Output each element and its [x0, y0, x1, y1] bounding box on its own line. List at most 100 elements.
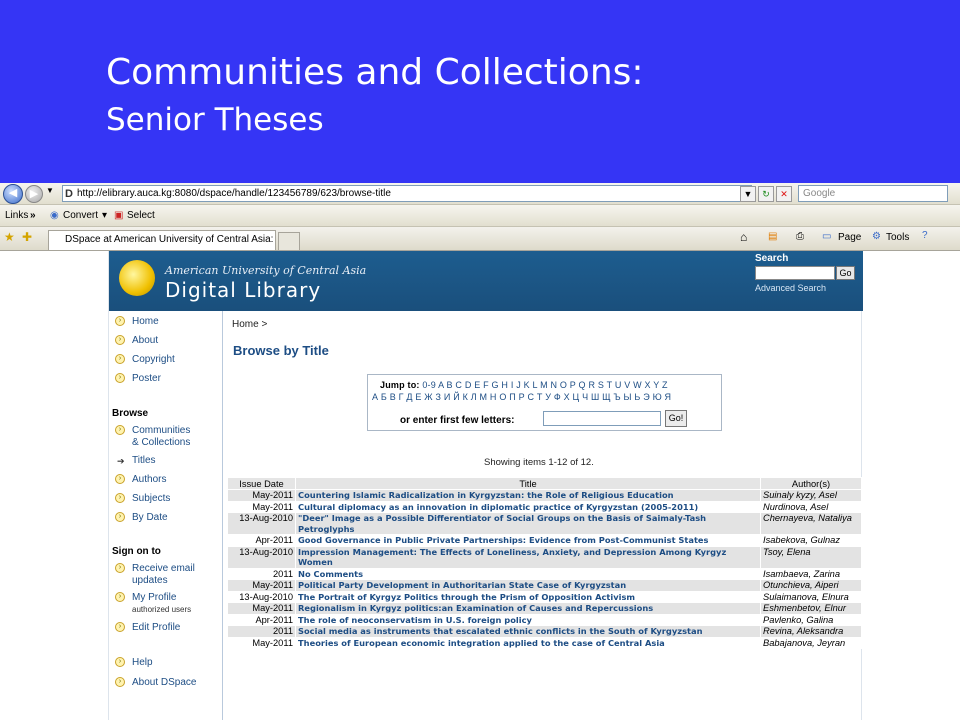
dspace-page: American University of Central Asia Digi… — [108, 251, 863, 720]
issue-date-cell: Apr-2011 — [227, 613, 296, 626]
issue-date-cell: Apr-2011 — [227, 534, 296, 547]
home-icon[interactable]: ⌂ — [740, 230, 747, 244]
table-row: 13-Aug-2010 "Deer" Image as a Possible Di… — [227, 512, 862, 535]
table-row: 2011 No Comments Isambaeva, Zarina — [227, 567, 862, 580]
title-link[interactable]: Countering Islamic Radicalization in Kyr… — [295, 489, 761, 502]
table-row: Apr-2011 Good Governance in Public Privat… — [227, 534, 862, 547]
author-cell[interactable]: Eshmenbetov, Elnur — [760, 602, 862, 615]
browse-heading: Browse — [112, 408, 149, 419]
author-cell[interactable]: Pavlenko, Galina — [760, 613, 862, 626]
issue-date-cell: May-2011 — [227, 636, 296, 649]
history-dropdown-icon[interactable]: ▼ — [46, 186, 54, 195]
current-arrow-icon: ➔ — [117, 456, 125, 466]
title-link[interactable]: The Portrait of Kyrgyz Politics through … — [295, 590, 761, 603]
back-icon[interactable]: ◀ — [3, 184, 23, 204]
advanced-search-link[interactable]: Advanced Search — [755, 283, 826, 293]
search-input[interactable]: Google — [798, 185, 948, 202]
title-link[interactable]: Political Party Development in Authorita… — [295, 579, 761, 592]
library-name: Digital Library — [165, 278, 322, 302]
chevron-icon[interactable]: » — [30, 210, 36, 221]
site-search-input[interactable] — [755, 266, 835, 280]
address-bar[interactable]: D http://elibrary.auca.kg:8080/dspace/ha… — [62, 185, 752, 202]
title-link[interactable]: The role of neoconservatism in U.S. fore… — [295, 613, 761, 626]
print-icon[interactable]: ⎙ — [796, 231, 804, 242]
tools-gear-icon: ⚙ — [872, 231, 881, 242]
title-link[interactable]: Good Governance in Public Private Partne… — [295, 534, 761, 547]
new-tab-button[interactable] — [278, 232, 300, 250]
author-cell[interactable]: Isabekova, Gulnaz — [760, 534, 862, 547]
title-link[interactable]: Regionalism in Kyrgyz politics:an Examin… — [295, 602, 761, 615]
table-row: 2011 Social media as instruments that esc… — [227, 625, 862, 638]
title-link[interactable]: Cultural diplomacy as an innovation in d… — [295, 500, 761, 513]
tab-title: DSpace at American University of Central… — [65, 234, 275, 245]
bullet-icon: › — [115, 592, 125, 602]
signon-heading: Sign on to — [112, 546, 161, 557]
page-menu[interactable]: Page — [838, 232, 861, 243]
help-icon[interactable]: ? — [922, 230, 928, 241]
title-link[interactable]: No Comments — [295, 567, 761, 580]
bullet-icon: › — [115, 622, 125, 632]
table-row: May-2011 Cultural diplomacy as an innovat… — [227, 500, 862, 513]
column-header-date[interactable]: Issue Date — [227, 477, 296, 490]
bullet-icon: › — [115, 474, 125, 484]
results-body: May-2011 Countering Islamic Radicalizatio… — [227, 489, 862, 649]
title-link[interactable]: Impression Management: The Effects of Lo… — [295, 545, 761, 569]
table-row: May-2011 Theories of European economic in… — [227, 636, 862, 649]
tabs-toolbar: ★ ✚ DSpace at American University of Cen… — [0, 227, 960, 251]
bullet-icon: › — [115, 425, 125, 435]
refresh-icon[interactable]: ↻ — [758, 186, 774, 202]
jump-latin-row[interactable]: Jump to: 0-9 A B C D E F G H I J K L M N… — [380, 380, 668, 390]
select-icon: ▣ — [114, 210, 124, 221]
issue-date-cell: 13-Aug-2010 — [227, 590, 296, 603]
links-label[interactable]: Links — [5, 210, 28, 221]
title-link[interactable]: "Deer" Image as a Possible Differentiato… — [295, 512, 761, 535]
feeds-icon[interactable]: ▤ — [768, 231, 777, 242]
site-search-go-button[interactable]: Go — [836, 266, 855, 280]
author-cell[interactable]: Otunchieva, Aiperi — [760, 579, 862, 592]
university-logo — [119, 260, 155, 296]
title-link[interactable]: Theories of European economic integratio… — [295, 636, 761, 649]
add-favorites-icon[interactable]: ✚ — [22, 230, 32, 244]
slide-subtitle: Senior Theses — [106, 102, 324, 138]
browser-window: ◀ ▶ ▼ D http://elibrary.auca.kg:8080/dsp… — [0, 183, 960, 720]
breadcrumb[interactable]: Home > — [232, 319, 267, 330]
author-cell[interactable]: Sulaimanova, Elnura — [760, 590, 862, 603]
column-header-title[interactable]: Title — [295, 477, 761, 490]
site-search-label: Search — [755, 253, 789, 264]
address-dropdown-icon[interactable]: ▼ — [740, 186, 756, 202]
bullet-icon: › — [115, 373, 125, 383]
bullet-icon: › — [115, 335, 125, 345]
go-button[interactable]: Go! — [665, 410, 687, 427]
sidebar: › Home › About › Copyright › Poster Browse ›… — [109, 311, 223, 720]
convert-button[interactable]: Convert — [63, 210, 98, 221]
result-count: Showing items 1-12 of 12. — [484, 457, 594, 468]
forward-icon[interactable]: ▶ — [25, 185, 43, 203]
title-link[interactable]: Social media as instruments that escalat… — [295, 625, 761, 638]
author-cell[interactable]: Isambaeva, Zarina — [760, 567, 862, 580]
page-icon: D — [65, 188, 73, 200]
favorites-star-icon[interactable]: ★ — [4, 230, 15, 244]
slide-header: Communities and Collections: Senior Thes… — [0, 0, 960, 183]
bullet-icon: › — [115, 677, 125, 687]
author-cell[interactable]: Tsoy, Elena — [760, 545, 862, 569]
author-cell[interactable]: Revina, Aleksandra — [760, 625, 862, 638]
starts-with-input[interactable] — [543, 411, 661, 426]
author-cell[interactable]: Chernayeva, Nataliya — [760, 512, 862, 535]
enter-letters-label: or enter first few letters: — [400, 415, 515, 426]
table-row: Apr-2011 The role of neoconservatism in U… — [227, 613, 862, 626]
stop-icon[interactable]: ✕ — [776, 186, 792, 202]
author-cell[interactable]: Suinaly kyzy, Asel — [760, 489, 862, 502]
author-cell[interactable]: Nurdinova, Asel — [760, 500, 862, 513]
browser-tab[interactable]: DSpace at American University of Central… — [48, 230, 276, 250]
table-row: May-2011 Countering Islamic Radicalizatio… — [227, 489, 862, 502]
select-button[interactable]: Select — [127, 210, 155, 221]
site-banner: American University of Central Asia Digi… — [109, 251, 863, 311]
tools-menu[interactable]: Tools — [886, 232, 909, 243]
column-header-authors[interactable]: Author(s) — [760, 477, 862, 490]
university-name: American University of Central Asia — [165, 264, 367, 277]
jump-to-panel: Jump to: 0-9 A B C D E F G H I J K L M N… — [367, 374, 722, 431]
jump-cyrillic-row[interactable]: А Б В Г Д Е Ж З И Й К Л М Н О П Р С Т У … — [372, 392, 671, 402]
author-cell[interactable]: Babajanova, Jeyran — [760, 636, 862, 649]
results-table: Issue Date Title Author(s) May-2011 Count… — [227, 477, 862, 649]
convert-dropdown-icon[interactable]: ▾ — [102, 210, 107, 221]
